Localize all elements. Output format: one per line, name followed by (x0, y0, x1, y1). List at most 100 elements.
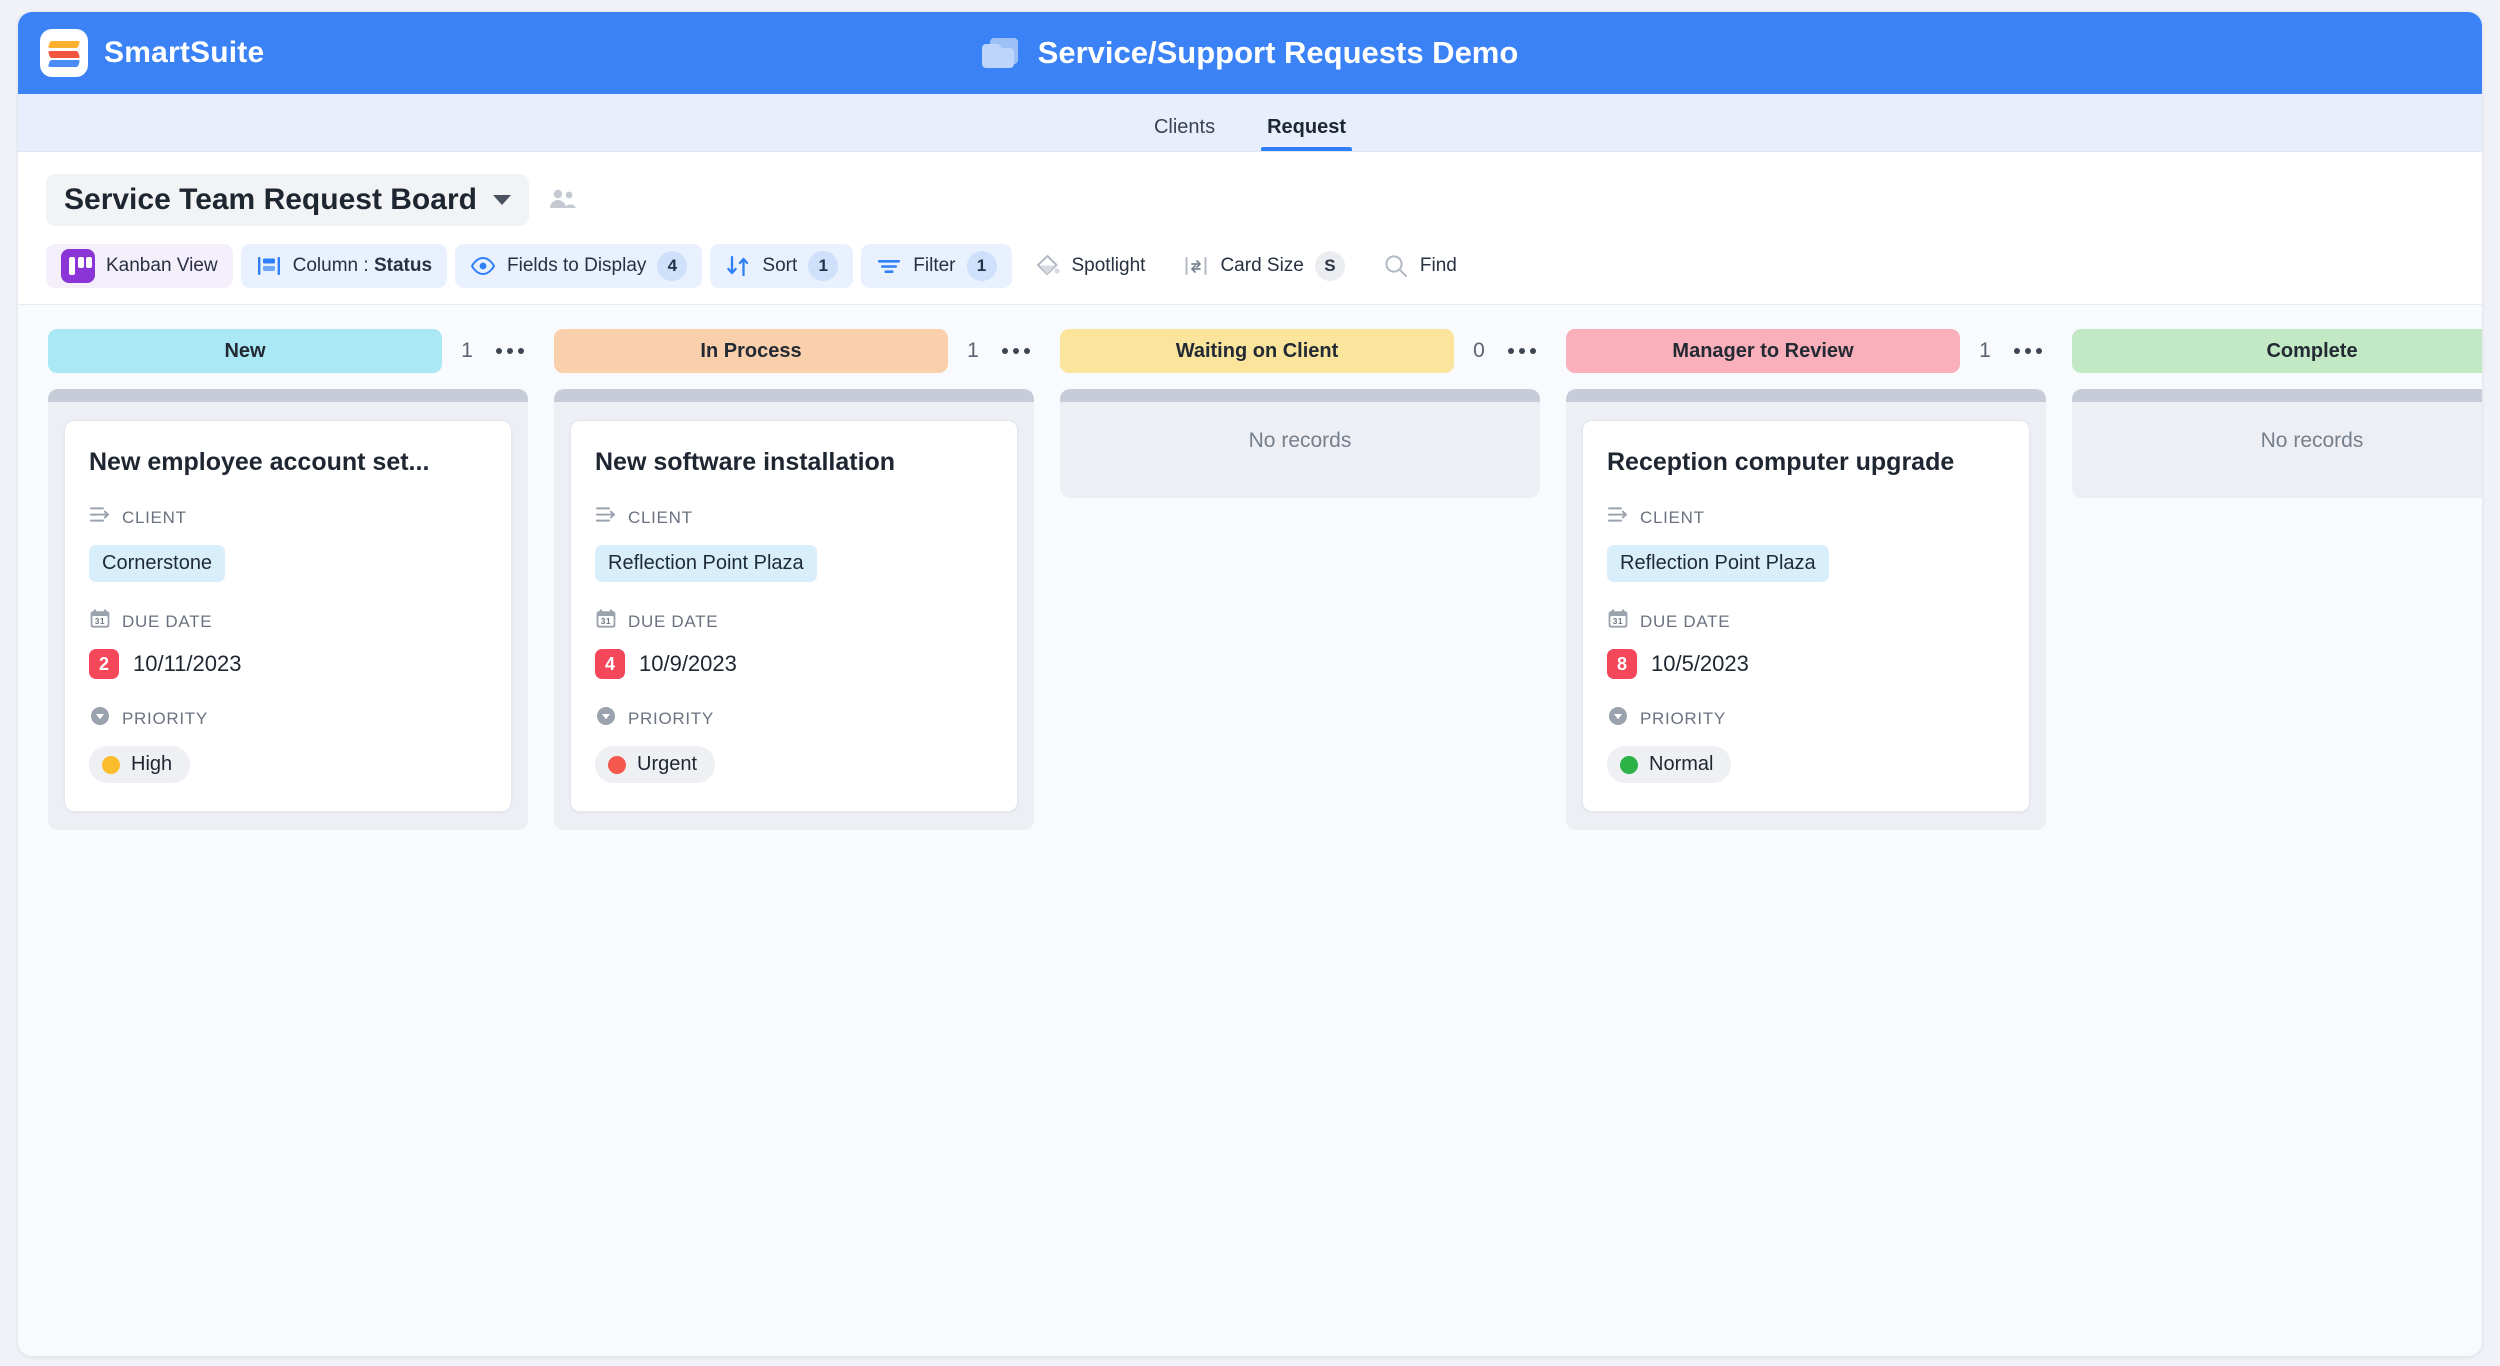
kanban-card[interactable]: Reception computer upgrade CLIENT Reflecti… (1582, 420, 2030, 813)
resize-icon (1183, 253, 1209, 279)
card-title: New employee account set... (89, 448, 430, 476)
client-field-value: Reflection Point Plaza (595, 545, 993, 583)
client-chip[interactable]: Reflection Point Plaza (1607, 545, 1829, 583)
kanban-card[interactable]: New software installation CLIENT Reflectio… (570, 420, 1018, 813)
column-body: New software installation CLIENT Reflectio… (554, 389, 1034, 831)
app-window: SmartSuite Service/Support Requests Demo… (18, 12, 2482, 1356)
tab-clients[interactable]: Clients (1148, 116, 1221, 151)
members-icon[interactable] (547, 187, 577, 213)
find-label: Find (1419, 255, 1457, 276)
spotlight-button[interactable]: Spotlight (1020, 244, 1161, 288)
due-date-field-label-row: 31 DUE DATE (595, 608, 993, 635)
column-drag-handle[interactable] (554, 389, 1034, 402)
brand[interactable]: SmartSuite (18, 29, 264, 77)
card-field-client: CLIENT Reflection Point Plaza (595, 504, 993, 583)
empty-state-label: No records (1248, 429, 1352, 452)
client-field-label-row: CLIENT (89, 504, 487, 531)
priority-text: Urgent (637, 753, 698, 776)
card-size-badge: S (1314, 251, 1345, 281)
column-title-pill[interactable]: Waiting on Client (1060, 329, 1454, 373)
svg-text:31: 31 (95, 617, 105, 626)
kanban-icon (61, 249, 95, 283)
view-name: Service Team Request Board (64, 183, 477, 216)
kanban-view-button[interactable]: Kanban View (46, 244, 233, 288)
column-header: New 1 (48, 329, 528, 389)
fields-to-display-label: Fields to Display (507, 255, 647, 276)
column-title-pill[interactable]: Complete (2072, 329, 2482, 373)
client-chip[interactable]: Cornerstone (89, 545, 226, 583)
due-date-field-label: DUE DATE (1640, 611, 1731, 631)
sort-count-badge: 1 (808, 251, 839, 281)
column-drag-handle[interactable] (2072, 389, 2482, 402)
find-button[interactable]: Find (1368, 244, 1472, 288)
column-menu-icon[interactable] (2010, 344, 2046, 358)
priority-field-value: Urgent (595, 746, 993, 784)
column-drag-handle[interactable] (1566, 389, 2046, 402)
card-list: New employee account set... CLIENT Corners… (48, 402, 528, 813)
due-date-field-label: DUE DATE (122, 611, 213, 631)
column-title-pill[interactable]: In Process (554, 329, 948, 373)
due-date-text: 10/11/2023 (133, 651, 242, 677)
priority-field-value: Normal (1607, 746, 2005, 784)
column-menu-icon[interactable] (998, 344, 1034, 358)
fields-to-display-button[interactable]: Fields to Display 4 (455, 244, 703, 288)
folder-icon (981, 36, 1022, 70)
single-select-icon (1607, 705, 1629, 732)
kanban-column: In Process 1 New software installation CLIE… (554, 329, 1034, 831)
single-select-icon (595, 705, 617, 732)
column-drag-handle[interactable] (1060, 389, 1540, 402)
column-header: Waiting on Client 0 (1060, 329, 1540, 389)
solution-header: Service/Support Requests Demo (18, 35, 2482, 71)
linked-record-icon (89, 504, 111, 531)
column-header: Manager to Review 1 (1566, 329, 2046, 389)
card-field-due-date: 31 DUE DATE 8 10/5/2023 (1607, 608, 2005, 680)
priority-chip[interactable]: Urgent (595, 746, 716, 784)
card-field-due-date: 31 DUE DATE 2 10/11/2023 (89, 608, 487, 680)
column-menu-icon[interactable] (492, 344, 528, 358)
due-date-field-value: 4 10/9/2023 (595, 649, 993, 680)
column-body: No records (1060, 389, 1540, 498)
filter-count-badge: 1 (966, 251, 997, 281)
sort-button[interactable]: Sort 1 (710, 244, 854, 288)
empty-state-label: No records (2260, 429, 2364, 452)
svg-text:31: 31 (1613, 617, 1623, 626)
kanban-column: Waiting on Client 0 No records (1060, 329, 1540, 498)
column-body: No records (2072, 389, 2482, 498)
card-list: New software installation CLIENT Reflectio… (554, 402, 1034, 813)
column-title-pill[interactable]: Manager to Review (1566, 329, 1960, 373)
column-body: New employee account set... CLIENT Corners… (48, 389, 528, 831)
kanban-card[interactable]: New employee account set... CLIENT Corners… (64, 420, 512, 813)
due-date-field-label-row: 31 DUE DATE (1607, 608, 2005, 635)
client-field-label: CLIENT (628, 507, 693, 527)
column-record-count: 1 (461, 339, 473, 362)
view-selector[interactable]: Service Team Request Board (46, 174, 529, 226)
view-header: Service Team Request Board (18, 152, 2482, 226)
client-chip[interactable]: Reflection Point Plaza (595, 545, 817, 583)
column-drag-handle[interactable] (48, 389, 528, 402)
column-record-count: 0 (1473, 339, 1485, 362)
column-title-pill[interactable]: New (48, 329, 442, 373)
tab-request[interactable]: Request (1261, 116, 1352, 151)
priority-field-label-row: PRIORITY (89, 705, 487, 732)
brand-name: SmartSuite (104, 36, 265, 69)
column-body: Reception computer upgrade CLIENT Reflecti… (1566, 389, 2046, 831)
card-size-button[interactable]: Card Size S (1168, 244, 1359, 288)
card-size-label: Card Size (1220, 255, 1304, 276)
due-date-badge: 4 (595, 649, 625, 680)
priority-chip[interactable]: High (89, 746, 191, 784)
priority-chip[interactable]: Normal (1607, 746, 1732, 784)
priority-color-dot (102, 755, 120, 774)
card-field-priority: PRIORITY Urgent (595, 705, 993, 784)
priority-color-dot (1620, 755, 1638, 774)
column-menu-icon[interactable] (1504, 344, 1540, 358)
search-icon (1383, 253, 1409, 279)
svg-text:31: 31 (601, 617, 611, 626)
page-title: Service/Support Requests Demo (1037, 35, 1519, 70)
column-field-button[interactable]: Column : Status (240, 244, 448, 288)
due-date-text: 10/9/2023 (639, 651, 737, 677)
card-field-priority: PRIORITY High (89, 705, 487, 784)
due-date-badge: 2 (89, 649, 119, 680)
smartsuite-logo-icon (40, 29, 88, 77)
filter-button[interactable]: Filter 1 (861, 244, 1012, 288)
client-field-label-row: CLIENT (595, 504, 993, 531)
